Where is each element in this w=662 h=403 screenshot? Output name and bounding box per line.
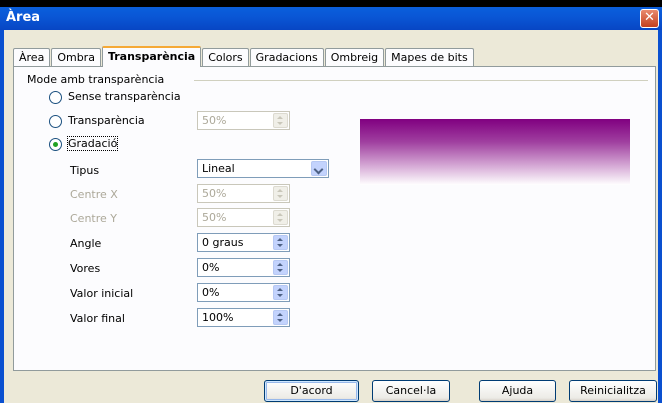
window-title: Àrea <box>6 10 41 25</box>
center-x-field: 50% <box>197 184 290 203</box>
angle-field[interactable]: 0 graus <box>197 233 290 252</box>
transparency-spin-icon <box>273 113 288 128</box>
start-value-field[interactable]: 0% <box>197 283 290 302</box>
start-value-label: Valor inicial <box>70 287 134 300</box>
start-value: 0% <box>202 286 220 299</box>
gradient-label[interactable]: Gradació <box>66 136 119 151</box>
transparency-mode-label: Mode amb transparència <box>27 73 165 86</box>
angle-value: 0 graus <box>202 236 244 249</box>
end-value-field[interactable]: 100% <box>197 308 290 327</box>
chevron-down-icon[interactable] <box>311 161 327 176</box>
title-bar[interactable]: Àrea ✕ <box>0 7 662 30</box>
center-x-label: Centre X <box>70 188 118 201</box>
close-icon: ✕ <box>644 10 655 25</box>
center-y-label: Centre Y <box>70 212 117 225</box>
close-button[interactable]: ✕ <box>640 9 659 28</box>
type-select[interactable]: Lineal <box>197 159 329 178</box>
tab-transparency[interactable]: Transparència <box>101 46 202 67</box>
tab-gradients[interactable]: Gradacions <box>249 48 324 66</box>
border-spin-icon[interactable] <box>273 260 288 275</box>
start-value-spin-icon[interactable] <box>273 285 288 300</box>
transparency-label[interactable]: Transparència <box>68 114 145 127</box>
end-value: 100% <box>202 311 234 324</box>
center-y-spin-icon <box>273 210 288 225</box>
border-field[interactable]: 0% <box>197 258 290 277</box>
border-label: Vores <box>70 262 101 275</box>
help-button[interactable]: Ajuda <box>479 380 556 402</box>
tab-strip: Àrea Ombra Transparència Colors Gradacio… <box>13 46 475 67</box>
gradient-radio[interactable] <box>49 138 62 151</box>
center-y-field: 50% <box>197 208 290 227</box>
transparency-value: 50% <box>202 114 227 127</box>
area-dialog: Àrea ✕ Àrea Ombra Transparència Colors G… <box>0 0 662 403</box>
type-value: Lineal <box>202 162 235 175</box>
tab-bitmaps[interactable]: Mapes de bits <box>385 48 474 66</box>
tab-hatching[interactable]: Ombreig <box>324 48 385 66</box>
tab-colors[interactable]: Colors <box>202 48 249 66</box>
end-value-spin-icon[interactable] <box>273 310 288 325</box>
center-x-spin-icon <box>273 186 288 201</box>
cancel-button[interactable]: Cancel·la <box>372 380 450 402</box>
tab-area[interactable]: Àrea <box>13 48 51 66</box>
center-x-value: 50% <box>202 187 227 200</box>
dialog-client: Àrea Ombra Transparència Colors Gradacio… <box>4 30 658 403</box>
end-value-label: Valor final <box>70 312 125 325</box>
ok-button[interactable]: D'acord <box>264 380 359 402</box>
center-y-value: 50% <box>202 211 227 224</box>
no-transparency-radio[interactable] <box>49 91 62 104</box>
transparency-radio[interactable] <box>49 115 62 128</box>
reset-button[interactable]: Reinicialitza <box>569 380 657 402</box>
tab-shadow[interactable]: Ombra <box>51 48 101 66</box>
angle-label: Angle <box>70 237 102 250</box>
transparency-preview <box>360 119 630 185</box>
transparency-value-field: 50% <box>197 111 290 130</box>
type-label: Tipus <box>70 164 100 177</box>
angle-spin-icon[interactable] <box>273 235 288 250</box>
top-edge <box>0 0 662 7</box>
border-value: 0% <box>202 261 220 274</box>
group-divider <box>194 80 648 81</box>
no-transparency-label[interactable]: Sense transparència <box>68 90 181 103</box>
